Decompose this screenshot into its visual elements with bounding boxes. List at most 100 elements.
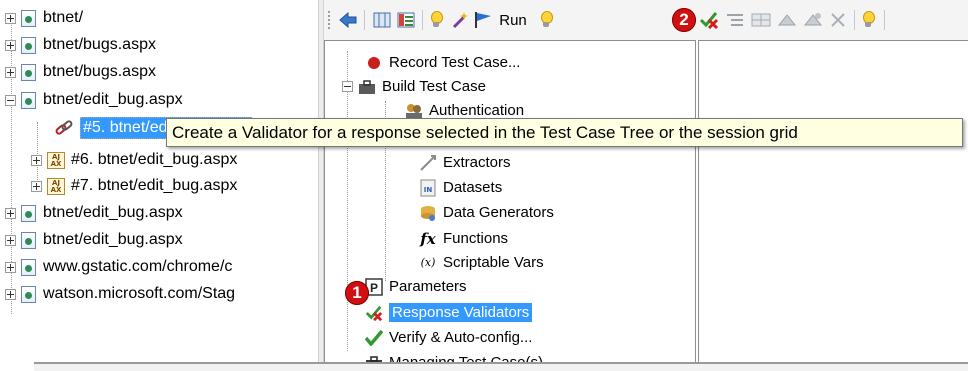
link-chain-icon xyxy=(55,120,73,135)
function-icon: fx xyxy=(420,229,436,248)
step-icon[interactable] xyxy=(776,9,798,31)
session-label: #7. btnet/edit_bug.aspx xyxy=(71,177,238,194)
flag-icon[interactable] xyxy=(472,9,494,31)
tree-item-datasets[interactable]: IN Datasets xyxy=(419,176,502,199)
toolbar-separator xyxy=(422,10,423,30)
session-row[interactable]: btnet/edit_bug.aspx xyxy=(5,88,183,112)
tree-item-build-test-case[interactable]: Build Test Case xyxy=(342,75,486,98)
back-arrow-icon[interactable] xyxy=(338,9,358,31)
validator-icon[interactable] xyxy=(698,9,720,31)
tree-item-label: Build Test Case xyxy=(382,78,486,95)
session-row[interactable]: www.gstatic.com/chrome/c xyxy=(5,255,232,279)
tree-item-label: Authentication xyxy=(429,102,525,119)
script-vars-icon: (x) xyxy=(420,256,436,269)
toolbar-separator xyxy=(854,10,855,30)
tree-item-label: Scriptable Vars xyxy=(443,254,544,271)
users-icon xyxy=(405,102,423,120)
bottom-splitter[interactable] xyxy=(34,362,968,371)
tree-item-verify-auto-config[interactable]: Verify & Auto-config... xyxy=(365,326,532,349)
tree-item-label: Data Generators xyxy=(443,204,554,221)
wand-icon[interactable] xyxy=(450,9,470,31)
page-icon xyxy=(21,285,36,303)
session-label: www.gstatic.com/chrome/c xyxy=(43,258,233,275)
tree-item-record-test-case[interactable]: Record Test Case... xyxy=(365,51,520,74)
session-tree: btnet/ btnet/bugs.aspx btnet/bugs.aspx b… xyxy=(0,0,318,371)
tree-item-label: Response Validators xyxy=(389,303,533,322)
toolbar-separator xyxy=(364,10,365,30)
grid-icon[interactable] xyxy=(372,9,392,31)
list-icon[interactable] xyxy=(724,9,746,31)
tree-item-response-validators[interactable]: Response Validators xyxy=(365,301,533,324)
bulb-icon[interactable] xyxy=(860,9,876,31)
dataset-glyph: IN xyxy=(424,186,433,194)
briefcase-icon xyxy=(358,78,376,96)
test-case-tree: Record Test Case... Build Test Case Auth… xyxy=(324,40,696,371)
table-icon[interactable] xyxy=(750,9,772,31)
bulb-icon[interactable] xyxy=(538,9,554,31)
session-row[interactable]: btnet/edit_bug.aspx xyxy=(5,201,183,225)
step-alt-icon[interactable] xyxy=(802,9,824,31)
expand-plus-icon[interactable] xyxy=(5,234,16,246)
detail-panel xyxy=(698,40,968,371)
callout-badge-1: 1 xyxy=(345,281,369,305)
expand-plus-icon[interactable] xyxy=(31,154,42,166)
tooltip: Create a Validator for a response select… xyxy=(166,118,963,147)
page-icon xyxy=(21,36,36,54)
session-label: btnet/bugs.aspx xyxy=(43,63,156,80)
tree-item-data-generators[interactable]: Data Generators xyxy=(419,201,554,224)
ajax-icon: AJ AX xyxy=(47,151,65,169)
session-label: watson.microsoft.com/Stag xyxy=(43,285,236,302)
tree-item-label: Verify & Auto-config... xyxy=(389,329,533,346)
callout-badge-2: 2 xyxy=(672,8,696,32)
list-grid-icon[interactable] xyxy=(396,9,416,31)
tree-item-extractors[interactable]: Extractors xyxy=(419,151,511,174)
session-row[interactable]: btnet/ xyxy=(5,6,83,30)
toolbar: Run 2 xyxy=(324,0,968,40)
toolbar-grip[interactable] xyxy=(328,11,330,29)
page-icon xyxy=(21,231,36,249)
session-label: btnet/bugs.aspx xyxy=(43,36,156,53)
expand-plus-icon[interactable] xyxy=(5,39,16,51)
delete-icon[interactable] xyxy=(828,9,848,31)
record-icon xyxy=(365,54,383,72)
run-button[interactable]: Run xyxy=(496,9,530,31)
expand-plus-icon[interactable] xyxy=(5,207,16,219)
ajax-icon: AJ AX xyxy=(47,177,65,195)
page-icon xyxy=(21,258,36,276)
parameters-glyph: P xyxy=(370,281,378,295)
session-label: btnet/edit_bug.aspx xyxy=(43,204,183,221)
session-row[interactable]: watson.microsoft.com/Stag xyxy=(5,282,235,306)
tree-item-label: Functions xyxy=(443,230,509,247)
collapse-minus-icon[interactable] xyxy=(342,81,353,92)
data-generator-icon xyxy=(419,204,437,222)
session-label: btnet/ xyxy=(43,9,84,26)
extractor-icon xyxy=(419,154,437,172)
expand-plus-icon[interactable] xyxy=(5,288,16,300)
expand-plus-icon[interactable] xyxy=(5,12,16,24)
expand-plus-icon[interactable] xyxy=(5,261,16,273)
dataset-icon: IN xyxy=(419,179,437,197)
tree-item-label: Extractors xyxy=(443,154,511,171)
toolbar-separator xyxy=(884,10,885,30)
page-icon xyxy=(21,204,36,222)
page-icon xyxy=(21,91,36,109)
session-row[interactable]: btnet/bugs.aspx xyxy=(5,60,156,84)
session-row[interactable]: AJ AX #6. btnet/edit_bug.aspx xyxy=(31,148,237,172)
session-label: btnet/edit_bug.aspx xyxy=(43,91,183,108)
tree-item-label: Datasets xyxy=(443,179,503,196)
page-icon xyxy=(21,63,36,81)
expand-plus-icon[interactable] xyxy=(31,180,42,192)
page-icon xyxy=(21,9,36,27)
expand-plus-icon[interactable] xyxy=(5,66,16,78)
collapse-minus-icon[interactable] xyxy=(5,94,16,106)
checkmark-icon xyxy=(365,329,383,347)
bulb-icon[interactable] xyxy=(428,9,444,31)
tree-item-scriptable-vars[interactable]: (x) Scriptable Vars xyxy=(419,251,544,274)
session-row[interactable]: btnet/bugs.aspx xyxy=(5,33,156,57)
session-row[interactable]: btnet/edit_bug.aspx xyxy=(5,228,183,252)
session-row[interactable]: AJ AX #7. btnet/edit_bug.aspx xyxy=(31,174,237,198)
tree-item-label: Parameters xyxy=(389,278,467,295)
session-label: btnet/edit_bug.aspx xyxy=(43,231,183,248)
tree-item-parameters[interactable]: P Parameters xyxy=(365,275,467,298)
tree-item-functions[interactable]: fx Functions xyxy=(419,227,508,250)
